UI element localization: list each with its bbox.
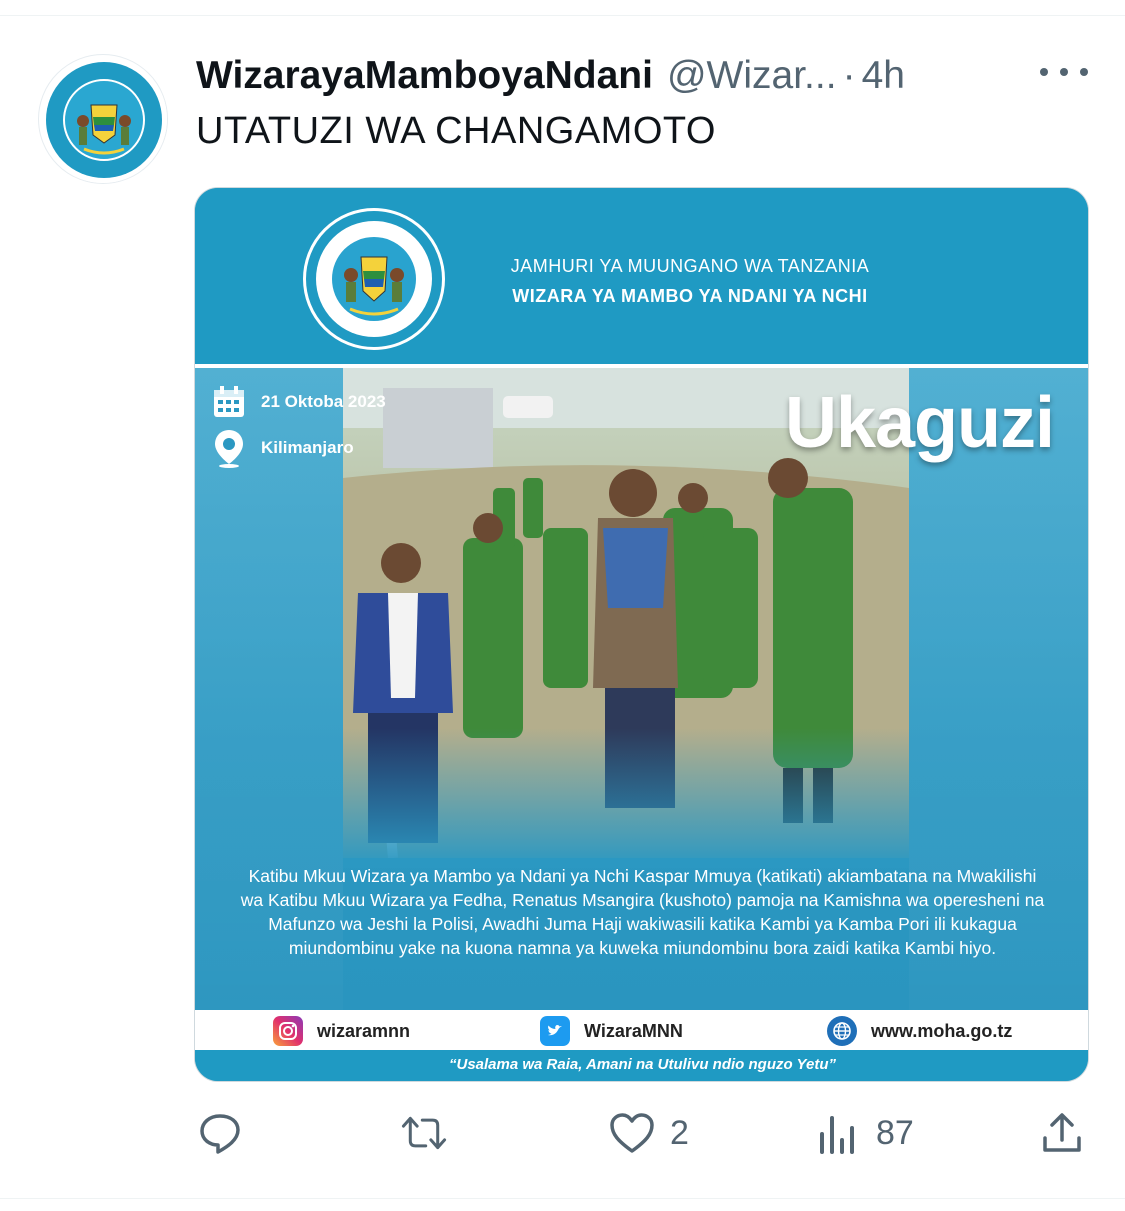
instagram-account: wizaramnn: [273, 1016, 410, 1046]
coat-of-arms-icon: [316, 221, 432, 337]
location-pin-icon: [211, 430, 247, 468]
views-icon: [814, 1109, 862, 1157]
event-location: Kilimanjaro: [211, 430, 354, 468]
tweet-actions: 2 87: [0, 1108, 1125, 1158]
reply-icon: [196, 1109, 244, 1157]
like-button[interactable]: 2: [608, 1108, 689, 1158]
bottom-divider: [0, 1198, 1125, 1199]
tweet-text: UTATUZI WA CHANGAMOTO: [196, 110, 716, 152]
share-button[interactable]: [1038, 1108, 1086, 1158]
like-count: 2: [670, 1113, 689, 1152]
retweet-icon: [400, 1109, 448, 1157]
poster-heading: Ukaguzi: [784, 383, 1055, 463]
poster-body: 21 Oktoba 2023 Kilimanjaro Ukaguzi Katib…: [195, 368, 1088, 1010]
poster-caption: Katibu Mkuu Wizara ya Mambo ya Ndani ya …: [240, 866, 1045, 958]
tweet-media-image[interactable]: JAMHURI YA MUUNGANO WA TANZANIA WIZARA Y…: [194, 187, 1089, 1082]
twitter-bird-icon: [540, 1016, 570, 1046]
more-options-icon[interactable]: [1040, 58, 1088, 86]
instagram-handle: wizaramnn: [317, 1020, 411, 1041]
avatar[interactable]: [38, 54, 168, 184]
top-divider: [0, 15, 1125, 16]
event-date: 21 Oktoba 2023: [211, 384, 386, 420]
website: www.moha.go.tz: [827, 1016, 1012, 1046]
display-name[interactable]: WizarayaMamboyaNdani: [196, 54, 653, 98]
heart-icon: [608, 1109, 656, 1157]
timestamp[interactable]: 4h: [862, 54, 905, 98]
poster-ministry-title: WIZARA YA MAMBO YA NDANI YA NCHI: [512, 286, 868, 306]
views-button[interactable]: 87: [814, 1108, 914, 1158]
event-date-text: 21 Oktoba 2023: [261, 392, 386, 411]
poster-emblem: [303, 208, 445, 350]
poster-slogan: “Usalama wa Raia, Amani na Utulivu ndio …: [448, 1056, 836, 1073]
twitter-account: WizaraMNN: [540, 1016, 683, 1046]
tweet-header: WizarayaMamboyaNdani @Wizar... · 4h: [196, 52, 1076, 100]
separator-dot: ·: [842, 54, 856, 97]
calendar-icon: [211, 384, 247, 420]
poster-government-title: JAMHURI YA MUUNGANO WA TANZANIA: [510, 256, 870, 276]
ministry-emblem-icon: [40, 56, 167, 183]
retweet-button[interactable]: [400, 1108, 448, 1158]
event-location-text: Kilimanjaro: [261, 438, 354, 457]
website-url: www.moha.go.tz: [871, 1020, 1013, 1041]
poster-slogan-bar: “Usalama wa Raia, Amani na Utulivu ndio …: [195, 1050, 1088, 1081]
twitter-handle: WizaraMNN: [584, 1020, 683, 1041]
poster-footer: wizaramnn WizaraMNN www.moha.go.tz: [195, 1010, 1088, 1050]
view-count: 87: [876, 1113, 914, 1152]
globe-icon: [827, 1016, 857, 1046]
handle[interactable]: @Wizar...: [667, 54, 837, 98]
photo-fade: [343, 728, 909, 868]
instagram-icon: [273, 1016, 303, 1046]
reply-button[interactable]: [196, 1108, 244, 1158]
share-icon: [1038, 1109, 1086, 1157]
